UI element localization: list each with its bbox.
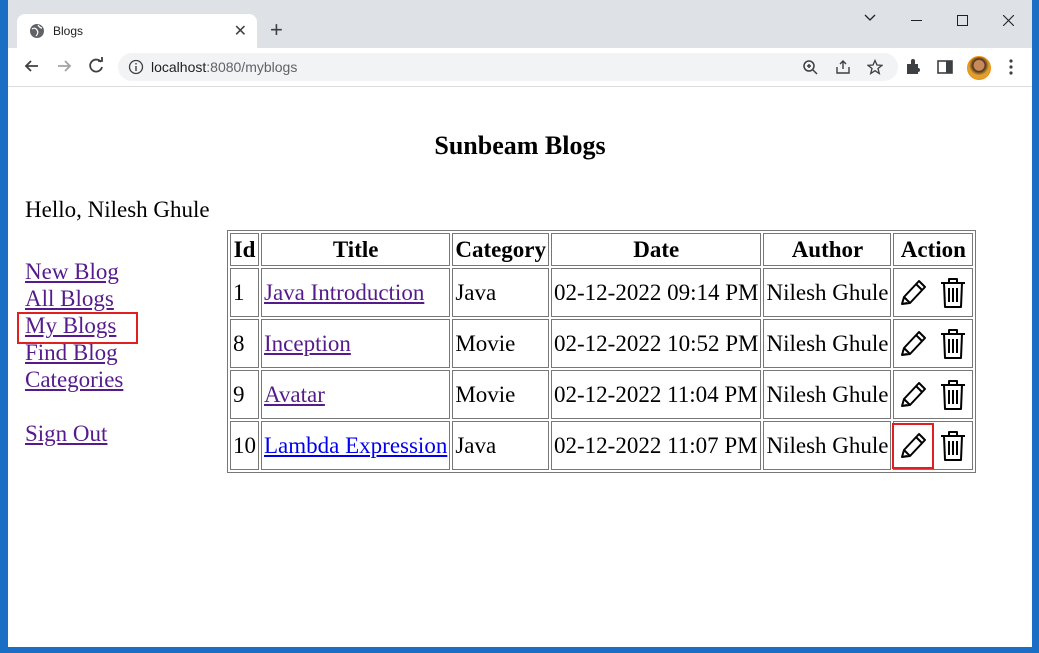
table-row: 1 Java Introduction Java 02-12-2022 09:1… <box>230 268 974 317</box>
menu-icon[interactable] <box>1002 58 1020 76</box>
chevron-down-icon[interactable] <box>864 14 876 22</box>
trash-icon[interactable] <box>936 376 970 414</box>
cell-date: 02-12-2022 11:04 PM <box>551 370 762 419</box>
forward-icon[interactable] <box>54 56 74 76</box>
minimize-icon[interactable] <box>911 20 922 22</box>
nav-new-blog[interactable]: New Blog <box>25 258 123 285</box>
cell-date: 02-12-2022 09:14 PM <box>551 268 762 317</box>
cell-category: Java <box>452 421 550 470</box>
cell-title: Inception <box>261 319 451 368</box>
table-row: 8 Inception Movie 02-12-2022 10:52 PM Ni… <box>230 319 974 368</box>
pencil-icon[interactable] <box>896 325 930 363</box>
cell-title: Java Introduction <box>261 268 451 317</box>
url-text[interactable]: localhost:8080/myblogs <box>151 59 297 75</box>
title-bar: Blogs ✕ + <box>8 0 1032 48</box>
cell-author: Nilesh Ghule <box>763 421 892 470</box>
page-content: Sunbeam Blogs Hello, Nilesh Ghule New Bl… <box>8 87 1032 647</box>
blog-title-link[interactable]: Java Introduction <box>264 280 424 305</box>
avatar[interactable] <box>967 56 991 80</box>
cell-actions <box>893 370 974 419</box>
maximize-icon[interactable] <box>957 15 968 26</box>
pencil-icon[interactable] <box>896 376 930 414</box>
cell-actions <box>892 421 974 470</box>
blog-title-link[interactable]: Lambda Expression <box>264 433 447 458</box>
cell-author: Nilesh Ghule <box>763 268 892 317</box>
url-path: :8080/myblogs <box>206 59 298 75</box>
blog-title-link[interactable]: Inception <box>264 331 351 356</box>
nav-all-blogs[interactable]: All Blogs <box>25 285 123 312</box>
header-title: Title <box>261 233 451 266</box>
back-icon[interactable] <box>22 56 42 76</box>
cell-author: Nilesh Ghule <box>763 370 892 419</box>
cell-id: 9 <box>230 370 259 419</box>
cell-date: 02-12-2022 11:07 PM <box>551 421 762 470</box>
pencil-icon[interactable] <box>892 422 935 469</box>
cell-id: 8 <box>230 319 259 368</box>
star-icon[interactable] <box>867 59 883 75</box>
trash-icon[interactable] <box>936 274 970 312</box>
header-action: Action <box>893 233 974 266</box>
my-blogs-highlight <box>17 312 138 344</box>
blogs-table: Id Title Category Date Author Action 1 J… <box>227 230 977 473</box>
cell-actions <box>893 268 974 317</box>
zoom-icon[interactable] <box>802 59 818 75</box>
page-title: Sunbeam Blogs <box>434 131 606 160</box>
table-header-row: Id Title Category Date Author Action <box>230 233 974 266</box>
cell-title: Lambda Expression <box>261 421 451 470</box>
blog-title-link[interactable]: Avatar <box>264 382 325 407</box>
cell-category: Movie <box>452 319 550 368</box>
cell-category: Java <box>452 268 550 317</box>
table-row: 10 Lambda Expression Java 02-12-2022 11:… <box>230 421 974 470</box>
pencil-icon[interactable] <box>896 274 930 312</box>
cell-id: 10 <box>230 421 259 470</box>
close-icon[interactable]: ✕ <box>234 21 247 41</box>
header-id: Id <box>230 233 259 266</box>
side-panel-icon[interactable] <box>936 58 954 76</box>
browser-window: Blogs ✕ + localhost:8080/myblogs Sunbeam… <box>8 0 1032 647</box>
url-host: localhost <box>151 59 207 75</box>
header-date: Date <box>551 233 762 266</box>
nav-sign-out[interactable]: Sign Out <box>25 420 123 447</box>
tab-title: Blogs <box>53 24 84 38</box>
greeting: Hello, Nilesh Ghule <box>25 197 210 222</box>
browser-toolbar: localhost:8080/myblogs <box>8 48 1032 87</box>
new-tab-button[interactable]: + <box>270 19 283 41</box>
window-close-icon[interactable] <box>1003 15 1014 26</box>
extensions-icon[interactable] <box>904 58 922 76</box>
address-bar[interactable]: localhost:8080/myblogs <box>118 53 898 81</box>
browser-tab[interactable]: Blogs ✕ <box>17 14 257 48</box>
trash-icon[interactable] <box>936 427 970 465</box>
nav-categories[interactable]: Categories <box>25 366 123 393</box>
side-nav: New Blog All Blogs My Blogs Find Blog Ca… <box>25 258 123 447</box>
header-category: Category <box>452 233 550 266</box>
reload-icon[interactable] <box>86 56 106 76</box>
info-icon[interactable] <box>128 59 144 75</box>
cell-actions <box>893 319 974 368</box>
cell-author: Nilesh Ghule <box>763 319 892 368</box>
table-row: 9 Avatar Movie 02-12-2022 11:04 PM Niles… <box>230 370 974 419</box>
cell-title: Avatar <box>261 370 451 419</box>
share-icon[interactable] <box>835 59 851 75</box>
cell-category: Movie <box>452 370 550 419</box>
header-author: Author <box>763 233 892 266</box>
globe-icon <box>30 24 44 38</box>
cell-id: 1 <box>230 268 259 317</box>
cell-date: 02-12-2022 10:52 PM <box>551 319 762 368</box>
trash-icon[interactable] <box>936 325 970 363</box>
